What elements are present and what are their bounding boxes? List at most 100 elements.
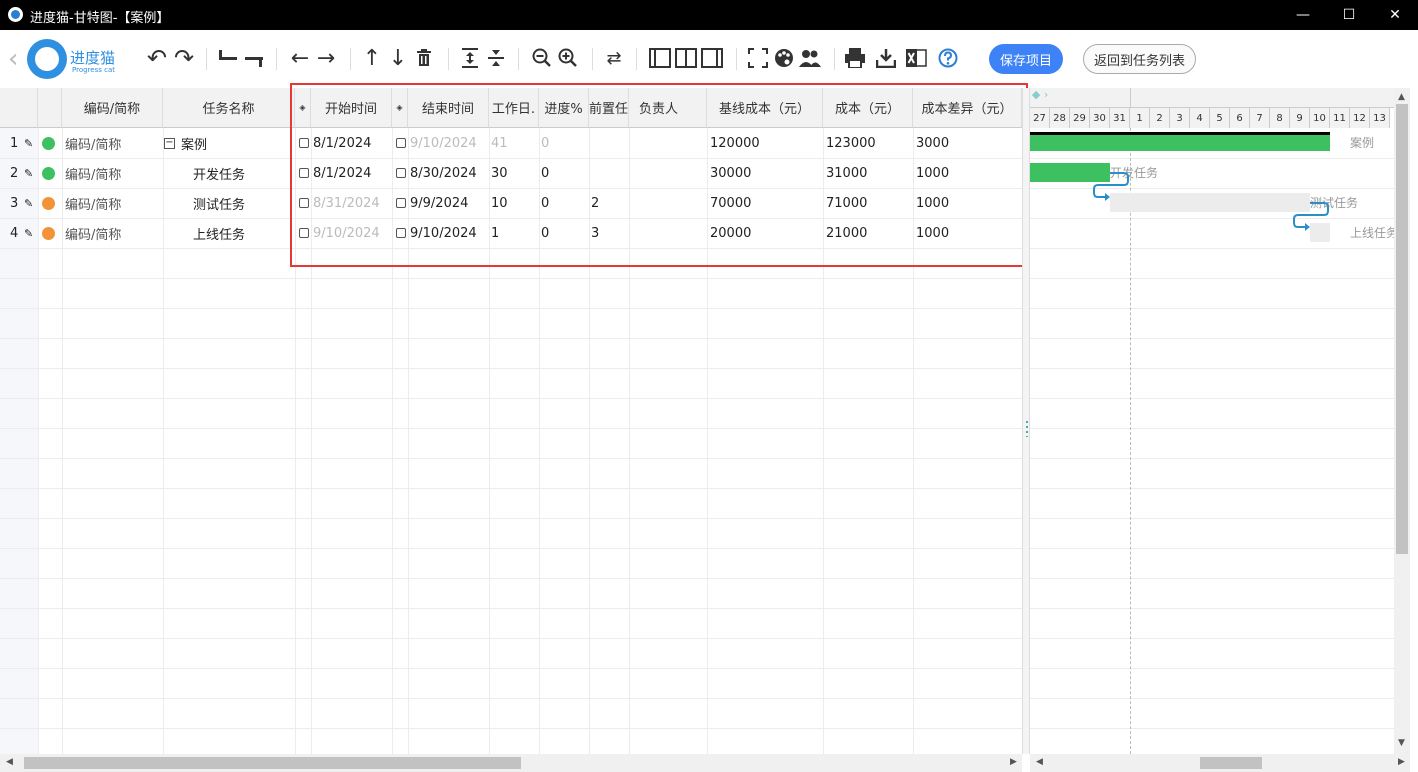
header-start[interactable]: 开始时间 [311, 88, 392, 128]
start-checkbox[interactable] [299, 198, 309, 208]
start-date-cell[interactable]: 8/1/2024 [299, 128, 391, 158]
cost-cell[interactable]: 123000 [826, 128, 911, 158]
close-button[interactable]: ✕ [1372, 0, 1418, 30]
indent-icon[interactable] [242, 42, 266, 74]
start-checkbox[interactable] [299, 228, 309, 238]
gantt-horizontal-scrollbar[interactable]: ◀ ▶ [1030, 754, 1410, 772]
end-date-cell[interactable]: 9/10/2024 [396, 128, 488, 158]
table-row[interactable]: 1 ✎ 编码/简称 − 案例 8/1/2024 9/10/2024 41 0 120000 1230… [0, 128, 1022, 158]
zoom-out-icon[interactable] [530, 42, 554, 74]
help-icon[interactable] [936, 42, 960, 74]
progress-cell[interactable]: 0 [541, 218, 587, 248]
code-cell[interactable]: 编码/简称 [65, 158, 163, 188]
header-owner[interactable]: 负责人 [629, 88, 707, 128]
workdays-cell[interactable]: 30 [491, 158, 537, 188]
move-down-icon[interactable]: ↓ [386, 42, 410, 74]
edit-pencil-icon[interactable]: ✎ [24, 158, 38, 188]
users-icon[interactable] [798, 42, 822, 74]
table-row[interactable]: 2 ✎ 编码/简称 开发任务 8/1/2024 8/30/2024 30 0 30000 3100… [0, 158, 1022, 188]
baseline-cost-cell[interactable]: 120000 [710, 128, 820, 158]
collapse-toggle-icon[interactable]: − [164, 137, 175, 149]
edit-pencil-icon[interactable]: ✎ [24, 188, 38, 218]
end-date-cell[interactable]: 9/10/2024 [396, 218, 488, 248]
start-checkbox[interactable] [299, 168, 309, 178]
workdays-cell[interactable]: 1 [491, 218, 537, 248]
predecessor-cell[interactable]: 3 [591, 218, 627, 248]
progress-cell[interactable]: 0 [541, 188, 587, 218]
move-left-icon[interactable]: ← [288, 42, 312, 74]
pane-splitter[interactable] [1022, 88, 1030, 754]
progress-cell[interactable]: 0 [541, 128, 587, 158]
predecessor-cell[interactable] [591, 128, 627, 158]
end-checkbox[interactable] [396, 138, 406, 148]
download-icon[interactable] [874, 42, 898, 74]
fullscreen-icon[interactable] [746, 42, 770, 74]
start-date-cell[interactable]: 9/10/2024 [299, 218, 391, 248]
scroll-up-icon[interactable]: ▲ [1398, 92, 1405, 102]
shuffle-icon[interactable]: ⇄ [602, 42, 626, 74]
gantt-scroll-right-icon[interactable]: ▶ [1398, 757, 1405, 767]
start-date-cell[interactable]: 8/1/2024 [299, 158, 391, 188]
baseline-cost-cell[interactable]: 30000 [710, 158, 820, 188]
palette-icon[interactable] [772, 42, 796, 74]
start-checkbox[interactable] [299, 138, 309, 148]
gantt-scroll-arrows-icon[interactable]: ‹ ◆ › [1030, 88, 1048, 101]
layout-left-icon[interactable] [648, 42, 672, 74]
owner-cell[interactable] [631, 188, 705, 218]
end-checkbox[interactable] [396, 168, 406, 178]
grid-scroll-thumb[interactable] [24, 757, 521, 769]
edit-pencil-icon[interactable]: ✎ [24, 128, 38, 158]
header-start-lock-icon[interactable]: ◈ [295, 88, 311, 128]
zoom-in-icon[interactable] [556, 42, 580, 74]
header-cost[interactable]: 成本（元） [823, 88, 913, 128]
header-workdays[interactable]: 工作日. [489, 88, 539, 128]
move-up-icon[interactable]: ↑ [360, 42, 384, 74]
header-end-lock-icon[interactable]: ◈ [392, 88, 408, 128]
header-progress[interactable]: 进度% [539, 88, 589, 128]
layout-split-icon[interactable] [674, 42, 698, 74]
code-cell[interactable]: 编码/简称 [65, 218, 163, 248]
table-row[interactable]: 4 ✎ 编码/简称 上线任务 9/10/2024 9/10/2024 1 0 3 20000 210… [0, 218, 1022, 248]
start-date-cell[interactable]: 8/31/2024 [299, 188, 391, 218]
end-checkbox[interactable] [396, 228, 406, 238]
cost-cell[interactable]: 31000 [826, 158, 911, 188]
print-icon[interactable] [842, 42, 868, 74]
back-to-task-list-button[interactable]: 返回到任务列表 [1083, 44, 1196, 74]
move-right-icon[interactable]: → [314, 42, 338, 74]
cost-cell[interactable]: 21000 [826, 218, 911, 248]
table-row[interactable]: 3 ✎ 编码/简称 测试任务 8/31/2024 9/9/2024 10 0 2 70000 710… [0, 188, 1022, 218]
vertical-scrollbar[interactable]: ▲ ▼ [1394, 88, 1410, 754]
redo-icon[interactable]: ↷ [170, 42, 198, 74]
baseline-cost-cell[interactable]: 20000 [710, 218, 820, 248]
cost-variance-cell[interactable]: 1000 [916, 218, 1016, 248]
end-checkbox[interactable] [396, 198, 406, 208]
predecessor-cell[interactable] [591, 158, 627, 188]
gantt-scroll-thumb[interactable] [1200, 757, 1262, 769]
undo-icon[interactable]: ↶ [143, 42, 171, 74]
code-cell[interactable]: 编码/简称 [65, 188, 163, 218]
owner-cell[interactable] [631, 128, 705, 158]
cost-variance-cell[interactable]: 1000 [916, 158, 1016, 188]
header-end[interactable]: 结束时间 [408, 88, 489, 128]
delete-icon[interactable] [412, 42, 436, 74]
workdays-cell[interactable]: 41 [491, 128, 537, 158]
header-predecessor[interactable]: 前置任 [589, 88, 629, 128]
header-code[interactable]: 编码/简称 [62, 88, 163, 128]
grid-scroll-right-icon[interactable]: ▶ [1010, 757, 1017, 767]
workdays-cell[interactable]: 10 [491, 188, 537, 218]
back-chevron-icon[interactable]: ‹ [8, 44, 18, 74]
grid-horizontal-scrollbar[interactable]: ◀ ▶ [0, 754, 1022, 772]
minimize-button[interactable]: — [1280, 0, 1326, 30]
baseline-cost-cell[interactable]: 70000 [710, 188, 820, 218]
predecessor-cell[interactable]: 2 [591, 188, 627, 218]
owner-cell[interactable] [631, 158, 705, 188]
task-name-cell[interactable]: − 案例 [164, 128, 294, 158]
end-date-cell[interactable]: 8/30/2024 [396, 158, 488, 188]
header-cost-variance[interactable]: 成本差异（元） [913, 88, 1022, 128]
grid-scroll-left-icon[interactable]: ◀ [6, 757, 13, 767]
vertical-scroll-thumb[interactable] [1396, 104, 1408, 554]
end-date-cell[interactable]: 9/9/2024 [396, 188, 488, 218]
maximize-button[interactable]: ☐ [1326, 0, 1372, 30]
cost-variance-cell[interactable]: 1000 [916, 188, 1016, 218]
collapse-all-icon[interactable] [484, 42, 508, 74]
